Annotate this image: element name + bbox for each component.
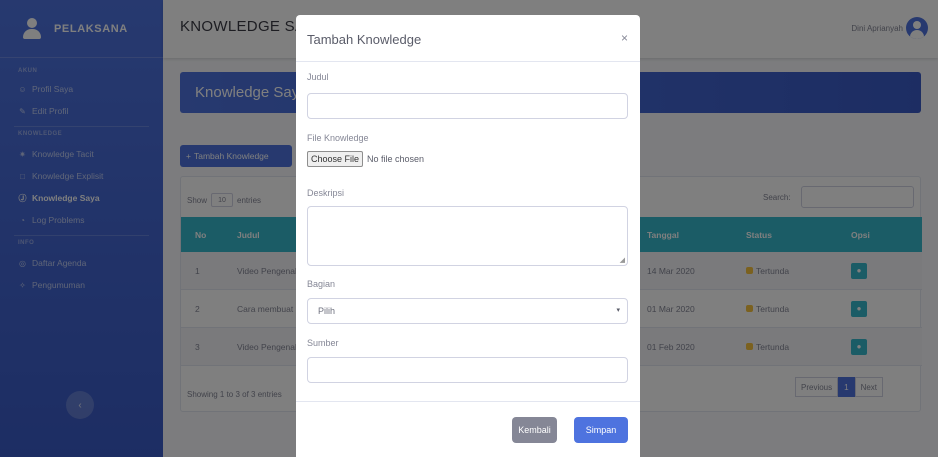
chevron-down-icon: ▾ xyxy=(616,307,620,314)
file-knowledge-label: File Knowledge xyxy=(307,133,369,143)
deskripsi-label: Deskripsi xyxy=(307,188,345,198)
simpan-button[interactable]: Simpan xyxy=(574,417,628,443)
file-status: No file chosen xyxy=(367,154,425,164)
modal-footer-divider xyxy=(296,401,640,402)
sumber-label: Sumber xyxy=(307,338,339,348)
bagian-label: Bagian xyxy=(307,279,336,289)
bagian-selected-value: Pilih xyxy=(318,306,336,316)
add-knowledge-modal: Tambah Knowledge × Judul File Knowledge … xyxy=(296,15,640,457)
choose-file-button[interactable]: Choose File xyxy=(307,151,364,167)
bagian-select[interactable]: Pilih ▾ xyxy=(307,298,628,324)
sumber-input[interactable] xyxy=(307,357,628,383)
kembali-button[interactable]: Kembali xyxy=(512,417,557,443)
deskripsi-textarea[interactable]: ◢ xyxy=(307,206,628,266)
modal-header-divider xyxy=(296,61,640,62)
modal-title: Tambah Knowledge xyxy=(307,32,422,47)
judul-input[interactable] xyxy=(307,93,628,119)
judul-label: Judul xyxy=(307,72,329,82)
close-icon[interactable]: × xyxy=(621,31,628,45)
resize-handle-icon[interactable]: ◢ xyxy=(620,256,625,264)
file-input: Choose File No file chosen xyxy=(307,151,424,167)
